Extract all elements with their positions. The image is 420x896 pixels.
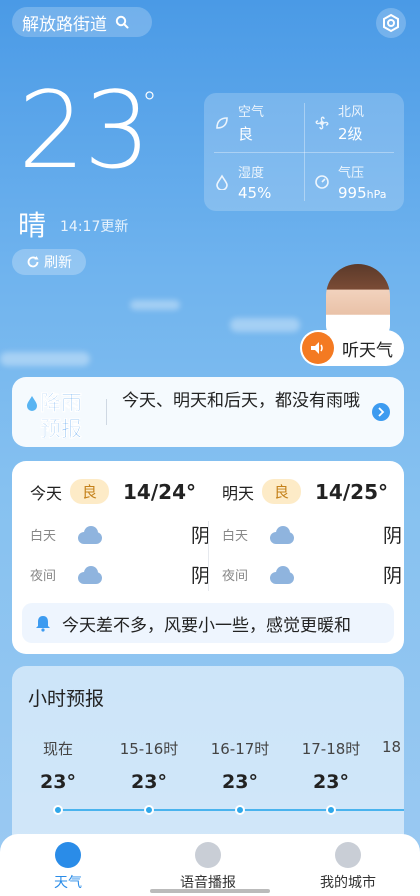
metric-value: 2级 — [338, 125, 363, 143]
daytime-label: 白天 — [222, 529, 249, 544]
assistant-avatar[interactable] — [326, 264, 390, 336]
metric-value: 45% — [238, 183, 272, 202]
metric-value: 995hPa — [338, 184, 387, 202]
hour-item: 现在 23° — [18, 738, 98, 793]
humidity-icon — [216, 173, 228, 190]
divider — [106, 399, 107, 425]
background-cloud — [230, 318, 300, 332]
hour-temp: 23° — [131, 771, 167, 793]
current-temperature: 23 — [18, 69, 151, 192]
hour-temp: 23° — [313, 771, 349, 793]
night-label: 夜间 — [30, 569, 57, 584]
pressure-icon — [315, 174, 329, 189]
night-condition: 阴 — [382, 565, 402, 587]
background-cloud — [0, 352, 90, 366]
cloudy-icon — [76, 525, 104, 544]
hour-time: 17-18时 — [301, 740, 361, 758]
chevron-right-icon[interactable] — [372, 403, 390, 421]
pressure-value: 995 — [338, 183, 367, 202]
hour-item: 18 — [382, 738, 404, 768]
daytime-condition: 阴 — [382, 525, 402, 547]
hour-time: 15-16时 — [119, 740, 179, 758]
leaf-icon — [216, 116, 228, 129]
metric-label: 气压 — [338, 165, 365, 181]
daytime-label: 白天 — [30, 529, 57, 544]
current-condition: 晴 — [18, 209, 47, 242]
gear-icon — [383, 13, 399, 33]
hour-item: 17-18时 23° — [291, 738, 371, 793]
hourly-title: 小时预报 — [28, 688, 105, 710]
refresh-icon — [27, 256, 39, 268]
refresh-label: 刷新 — [44, 255, 72, 271]
temp-range: 14/24° — [123, 479, 196, 504]
location-pin-icon — [335, 842, 361, 868]
cloudy-icon — [268, 565, 296, 584]
night-label: 夜间 — [222, 569, 249, 584]
nav-label: 天气 — [54, 875, 82, 891]
rain-forecast-badge: 降雨 预报 — [26, 385, 94, 441]
bottom-navigation: 天气 语音播报 我的城市 — [0, 834, 420, 896]
weather-tip: 今天差不多，风要小一些，感觉更暖和 — [22, 603, 394, 643]
temp-trend-point — [53, 805, 63, 815]
refresh-button[interactable]: 刷新 — [12, 249, 86, 275]
listen-weather-button[interactable]: 听天气 — [300, 330, 404, 366]
weather-metrics-panel: 空气良 北风 2级 湿度 45% 气压 995hPa — [204, 93, 404, 211]
air-quality-badge: 良 — [70, 479, 110, 504]
temp-trend-point — [326, 805, 336, 815]
day-tomorrow[interactable]: 明天 良 14/25° 白天 阴 夜间 阴 — [222, 461, 402, 601]
nav-my-cities[interactable]: 我的城市 — [293, 842, 403, 892]
background-cloud — [130, 300, 180, 310]
degree-symbol: ° — [142, 86, 157, 121]
weather-icon — [55, 842, 81, 868]
wind-icon — [315, 116, 329, 129]
hour-item: 16-17时 23° — [200, 738, 280, 793]
nav-weather[interactable]: 天气 — [13, 842, 123, 892]
hour-temp: 23° — [40, 771, 76, 793]
divider — [214, 152, 394, 153]
hour-item: 15-16时 23° — [109, 738, 189, 793]
raindrop-icon — [27, 396, 37, 411]
temp-range: 14/25° — [315, 479, 388, 504]
day-name: 明天 — [222, 483, 255, 503]
location-selector[interactable]: 解放路街道 — [12, 7, 152, 37]
listen-label: 听天气 — [342, 340, 393, 361]
temp-trend-line — [58, 809, 404, 811]
metric-label: 北风 — [338, 105, 365, 120]
temp-trend-point — [235, 805, 245, 815]
metric-label: 空气 — [238, 105, 265, 120]
settings-button[interactable] — [376, 8, 406, 38]
rain-forecast-card[interactable]: 降雨 预报 今天、明天和后天，都没有雨哦 — [12, 377, 404, 447]
nav-voice-broadcast[interactable]: 语音播报 — [153, 842, 263, 892]
pressure-unit: hPa — [366, 187, 387, 201]
update-time: 14:17更新 — [60, 219, 129, 235]
day-name: 今天 — [30, 483, 63, 503]
hour-time: 16-17时 — [210, 740, 270, 758]
hour-time: 现在 — [42, 740, 73, 758]
hour-temp: 23° — [222, 771, 258, 793]
speaker-icon — [302, 332, 334, 364]
metric-pressure: 气压 995hPa — [304, 152, 404, 211]
search-icon — [115, 15, 129, 29]
bell-icon — [36, 616, 50, 632]
rain-forecast-text: 今天、明天和后天，都没有雨哦 — [122, 391, 360, 411]
voice-icon — [195, 842, 221, 868]
metric-wind: 北风 2级 — [304, 93, 404, 152]
hour-time: 18 — [382, 738, 402, 756]
location-name: 解放路街道 — [22, 14, 107, 35]
air-quality-badge: 良 — [262, 479, 302, 504]
badge-line-2: 预报 — [40, 417, 83, 442]
cloudy-icon — [76, 565, 104, 584]
tip-text: 今天差不多，风要小一些，感觉更暖和 — [62, 615, 351, 636]
metric-value: 良 — [238, 125, 254, 143]
metric-air: 空气良 — [204, 93, 304, 152]
home-indicator — [150, 889, 270, 893]
daily-forecast-card[interactable]: 今天 良 14/24° 白天 阴 夜间 阴 明天 良 14/25° 白天 阴 夜… — [12, 461, 404, 654]
nav-label: 我的城市 — [320, 875, 376, 891]
divider — [208, 521, 209, 591]
cloudy-icon — [268, 525, 296, 544]
temp-trend-point — [144, 805, 154, 815]
metric-humidity: 湿度 45% — [204, 152, 304, 211]
metric-label: 湿度 — [238, 165, 265, 181]
day-today[interactable]: 今天 良 14/24° 白天 阴 夜间 阴 — [30, 461, 210, 601]
